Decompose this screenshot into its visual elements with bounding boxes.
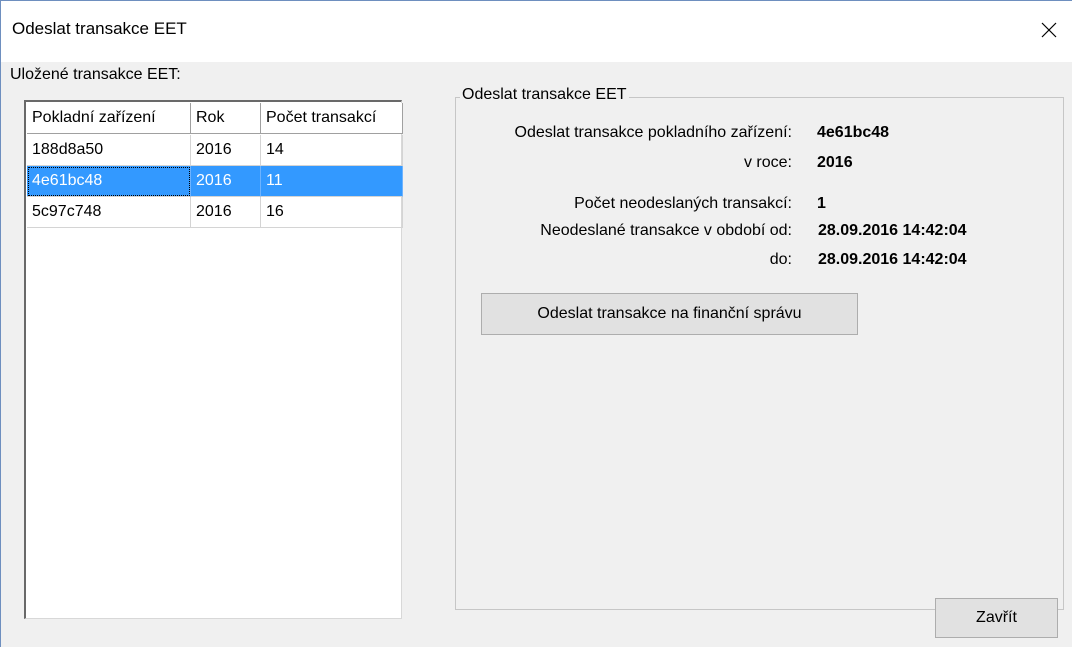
table-row[interactable]: 5c97c748 2016 16	[27, 197, 403, 228]
period-to-value: 28.09.2016 14:42:04	[818, 251, 967, 268]
table-row-selected[interactable]: 4e61bc48 2016 11	[27, 166, 403, 197]
cell-year: 2016	[191, 197, 261, 228]
column-header-device[interactable]: Pokladní zařízení	[27, 103, 191, 134]
device-row: Odeslat transakce pokladního zařízení: 4…	[455, 124, 1064, 148]
device-label: Odeslat transakce pokladního zařízení:	[514, 124, 793, 141]
close-icon	[1041, 22, 1057, 38]
period-from-value: 28.09.2016 14:42:04	[818, 222, 967, 239]
transactions-list[interactable]: Pokladní zařízení Rok Počet transakcí 18…	[24, 100, 403, 619]
column-header-year[interactable]: Rok	[191, 103, 261, 134]
period-from-row: Neodeslané transakce v období od: 28.09.…	[455, 222, 1064, 246]
cell-count: 16	[261, 197, 403, 228]
cell-device: 188d8a50	[27, 135, 191, 166]
dialog-window: Odeslat transakce EET Uložené transakce …	[0, 0, 1072, 647]
device-value: 4e61bc48	[817, 124, 890, 141]
unsent-count-value: 1	[817, 195, 826, 212]
close-button[interactable]: Zavřít	[935, 598, 1058, 638]
window-title: Odeslat transakce EET	[12, 19, 187, 38]
cell-year: 2016	[191, 135, 261, 166]
year-label: v roce:	[743, 154, 792, 171]
column-header-count[interactable]: Počet transakcí	[261, 103, 403, 134]
cell-device: 4e61bc48	[27, 166, 191, 197]
close-window-button[interactable]	[1026, 6, 1072, 54]
unsent-count-label: Počet neodeslaných transakcí:	[574, 195, 792, 212]
period-from-label: Neodeslané transakce v období od:	[540, 222, 792, 239]
year-value: 2016	[817, 154, 853, 171]
title-bar: Odeslat transakce EET	[0, 0, 1072, 62]
unsent-count-row: Počet neodeslaných transakcí: 1	[455, 195, 1064, 219]
saved-transactions-label: Uložené transakce EET:	[10, 66, 181, 83]
group-box-title: Odeslat transakce EET	[460, 86, 629, 104]
year-row: v roce: 2016	[455, 154, 1064, 178]
cell-count: 11	[261, 166, 403, 197]
cell-year: 2016	[191, 166, 261, 197]
table-row[interactable]: 188d8a50 2016 14	[27, 135, 403, 166]
period-to-label: do:	[769, 251, 792, 268]
period-to-row: do: 28.09.2016 14:42:04	[455, 251, 1064, 275]
cell-count: 14	[261, 135, 403, 166]
send-to-financial-authority-button[interactable]: Odeslat transakce na finanční správu	[481, 293, 858, 335]
cell-device: 5c97c748	[27, 197, 191, 228]
list-header: Pokladní zařízení Rok Počet transakcí	[27, 103, 403, 135]
